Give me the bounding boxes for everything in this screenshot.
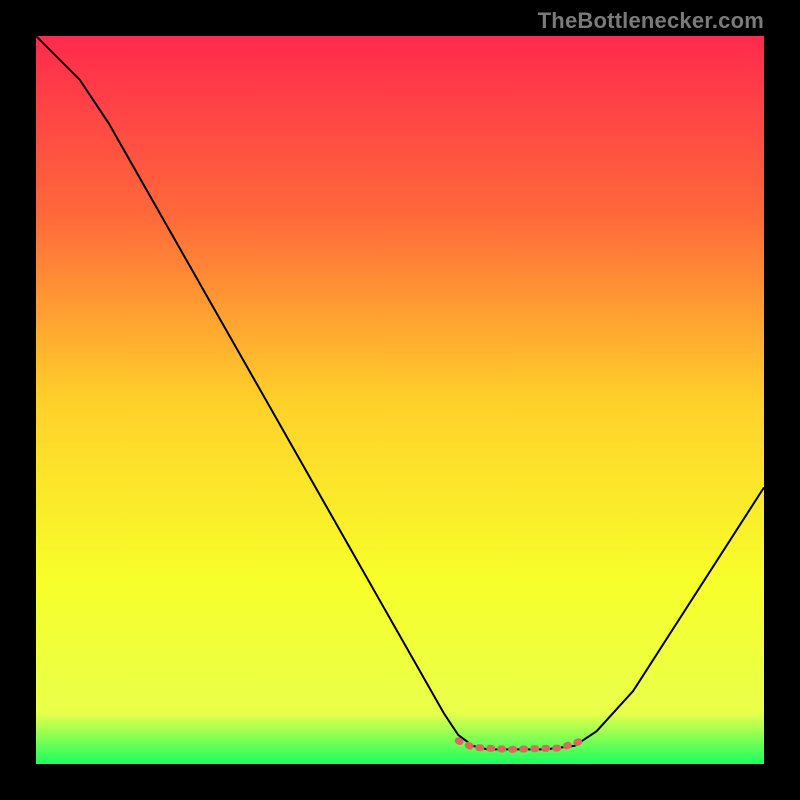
chart-plot-area — [36, 36, 764, 764]
source-attribution: TheBottlenecker.com — [538, 8, 764, 34]
gradient-rect — [36, 36, 764, 764]
chart-svg — [36, 36, 764, 764]
